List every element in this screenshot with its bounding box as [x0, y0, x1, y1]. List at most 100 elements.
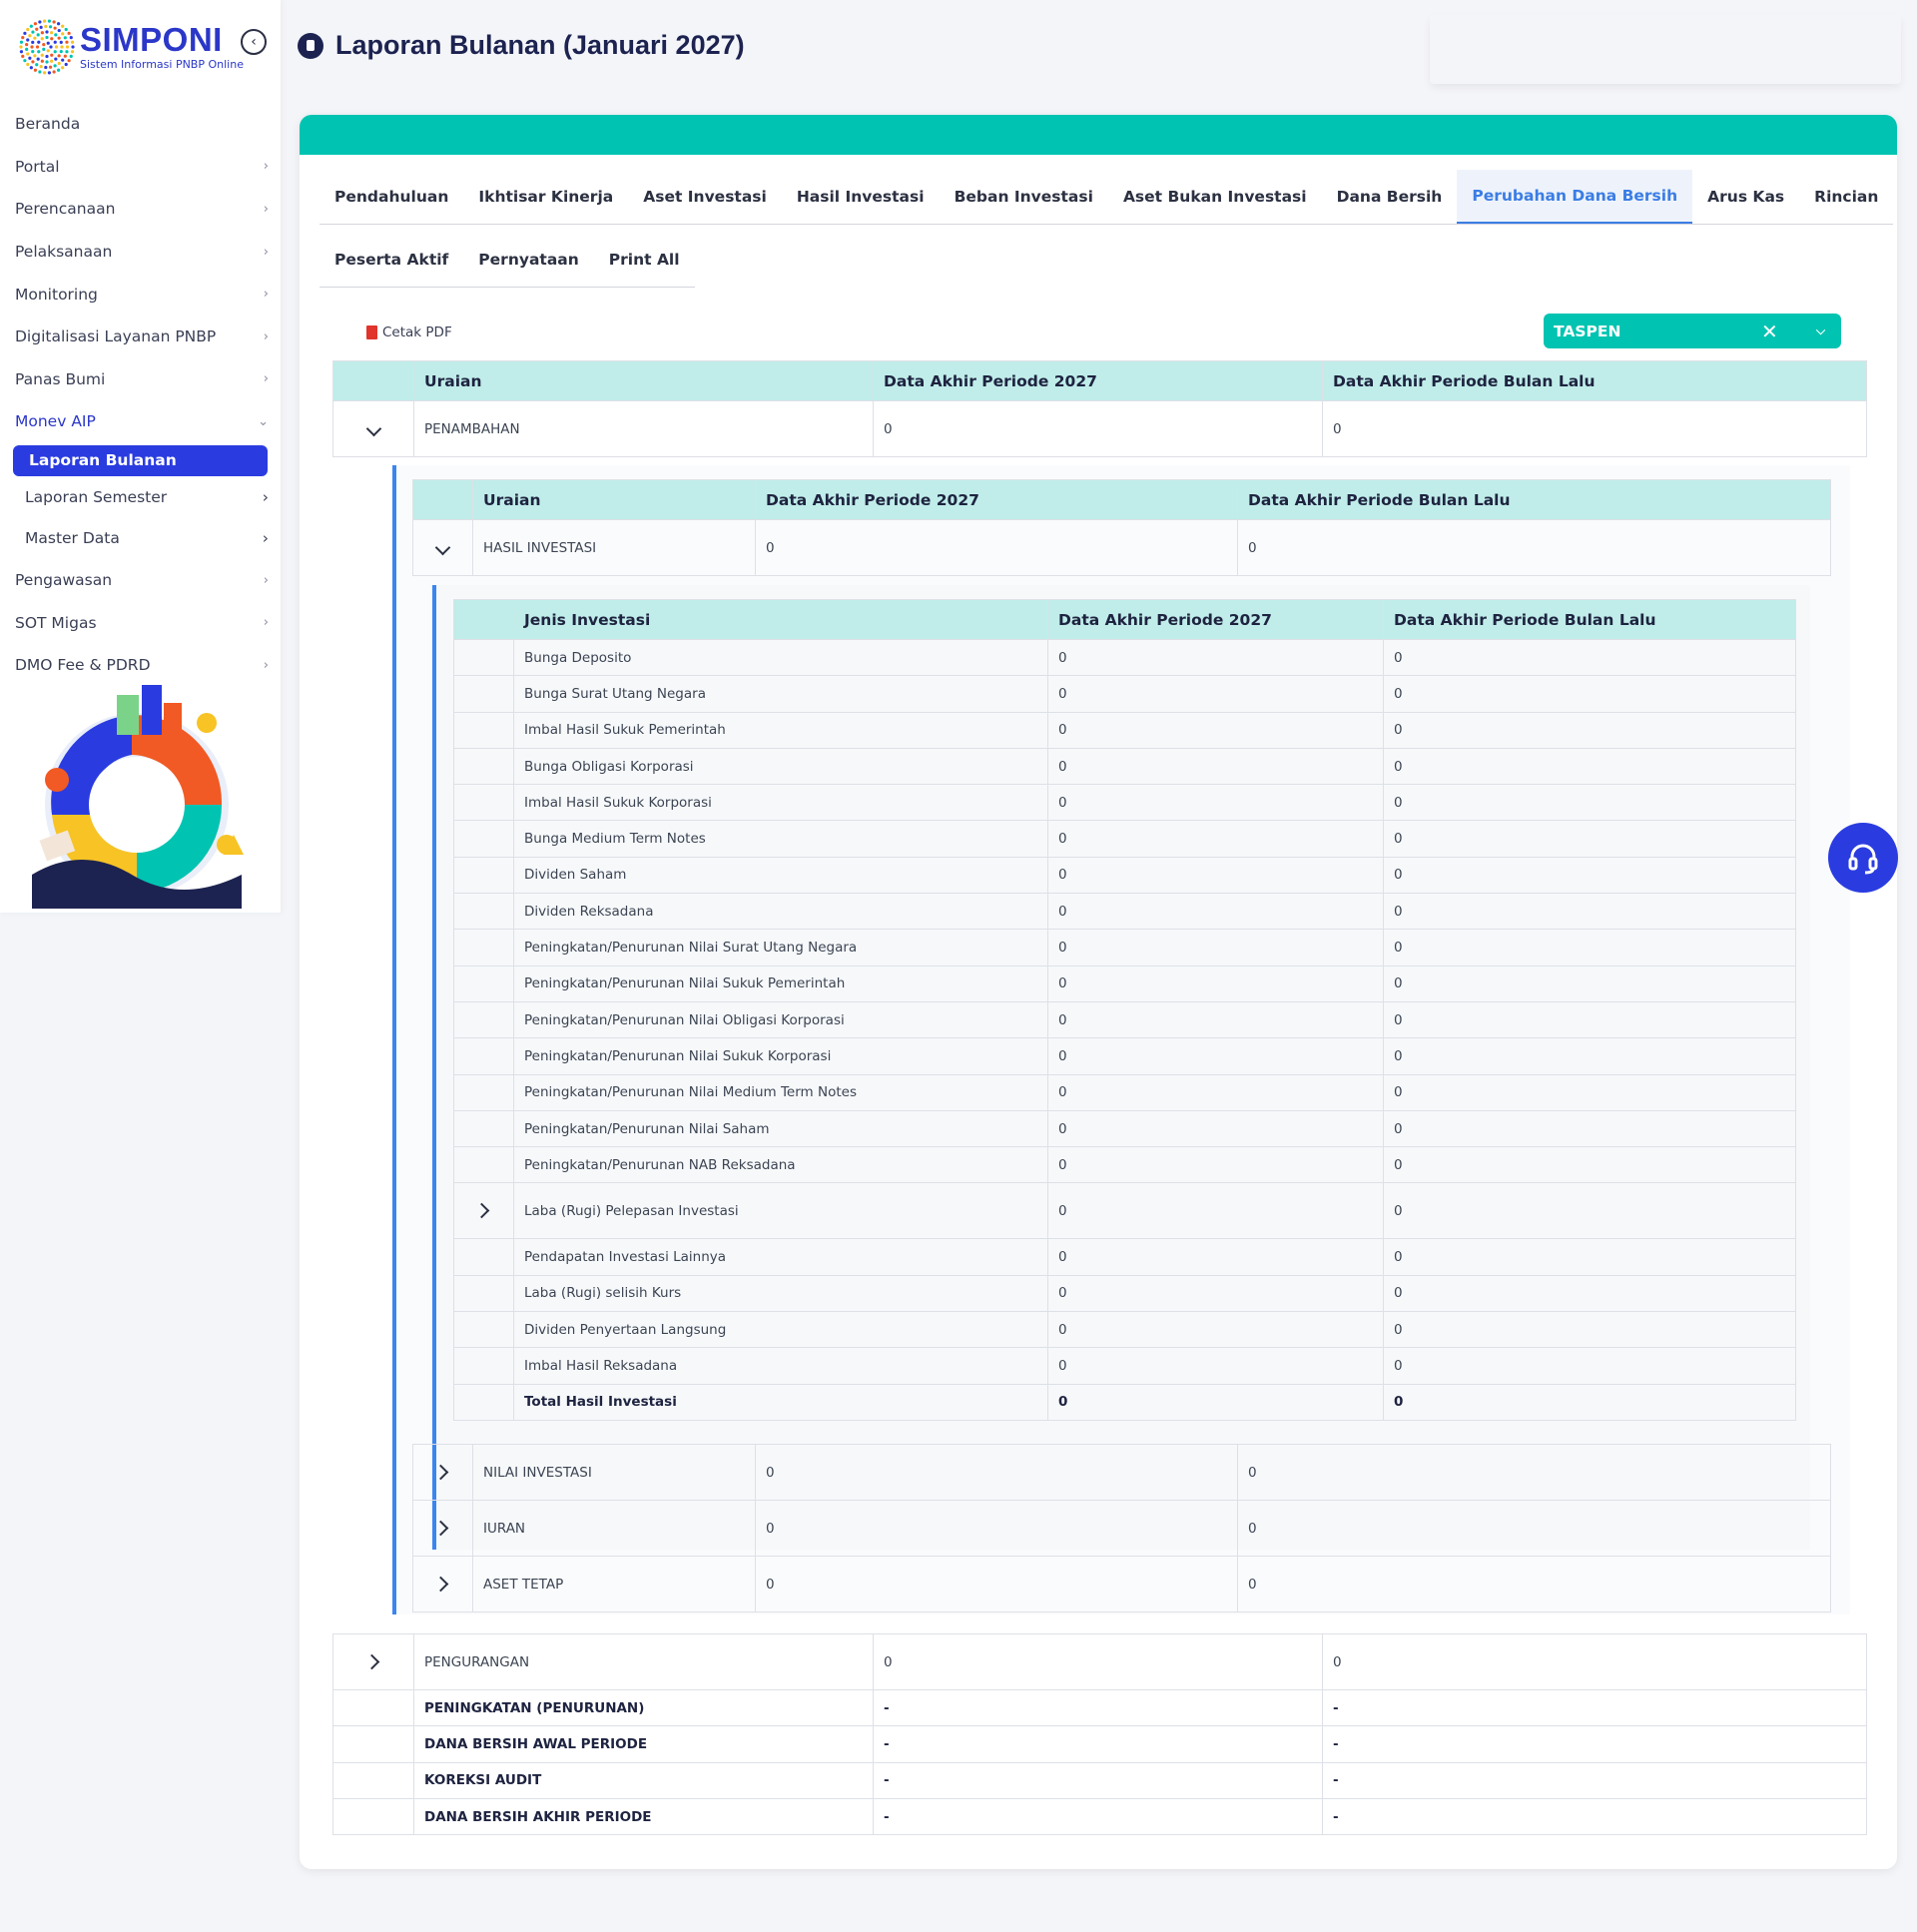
- row-spacer: [453, 1238, 514, 1276]
- tab[interactable]: Dana Bersih: [1322, 170, 1458, 224]
- row-value-2027: 0: [1047, 1146, 1384, 1184]
- sidebar-item-label: Monev AIP: [15, 412, 96, 431]
- row-label: ASET TETAP: [472, 1556, 756, 1612]
- sidebar-item[interactable]: Portal ›: [0, 146, 281, 189]
- row-value-2027: 0: [1047, 1000, 1384, 1039]
- sidebar-item-label: DMO Fee & PDRD: [15, 656, 151, 675]
- row-value-prev: 0: [1383, 1109, 1796, 1148]
- help-headset-button[interactable]: [1828, 823, 1898, 893]
- row-label: Imbal Hasil Sukuk Korporasi: [513, 784, 1048, 822]
- expand-toggle[interactable]: [412, 1556, 473, 1612]
- sidebar-subitem[interactable]: Laporan Bulanan: [13, 444, 268, 476]
- chevron-right-icon: [473, 1203, 490, 1219]
- expand-toggle[interactable]: [453, 1182, 514, 1240]
- level3-table: Jenis Investasi Data Akhir Periode 2027 …: [453, 599, 1796, 1421]
- row-spacer: [453, 1109, 514, 1148]
- row-value-2027: 0: [1047, 1073, 1384, 1111]
- collapse-toggle[interactable]: [332, 400, 414, 457]
- sidebar-item[interactable]: Digitalisasi Layanan PNBP ›: [0, 316, 281, 358]
- tab[interactable]: Pendahuluan: [320, 170, 463, 224]
- tab[interactable]: Print All: [594, 232, 695, 287]
- row-spacer: [453, 1383, 514, 1421]
- row-value-prev: 0: [1383, 1000, 1796, 1039]
- card-header-band: [300, 115, 1897, 155]
- row-value-2027: 0: [1047, 638, 1384, 677]
- chevron-right-icon: ›: [263, 159, 269, 175]
- row-spacer: [453, 675, 514, 713]
- row-value-prev: -: [1322, 1688, 1867, 1727]
- tab[interactable]: Arus Kas: [1692, 170, 1799, 224]
- user-menu[interactable]: [1430, 14, 1901, 84]
- expand-toggle[interactable]: [412, 1444, 473, 1501]
- tab[interactable]: Perubahan Dana Bersih: [1457, 170, 1693, 224]
- tab[interactable]: Aset Investasi: [628, 170, 782, 224]
- sidebar-item-label: Pengawasan: [15, 571, 113, 590]
- sidebar-subitem[interactable]: Master Data ›: [0, 517, 281, 559]
- row-label: Laba (Rugi) selisih Kurs: [513, 1274, 1048, 1313]
- expand-toggle[interactable]: [332, 1633, 414, 1690]
- table-row: ASET TETAP 0 0: [412, 1556, 1831, 1612]
- chevron-down-icon[interactable]: ⌵: [1816, 323, 1825, 338]
- collapse-sidebar-button[interactable]: ‹: [241, 29, 267, 55]
- outer-table-bottom: PENGURANGAN 0 0 PENINGKATAN (PENURUNAN) - - DA…: [332, 1633, 1867, 1836]
- chevron-right-icon: [432, 1520, 449, 1537]
- row-label: DANA BERSIH AWAL PERIODE: [413, 1725, 874, 1763]
- cetak-pdf-label: Cetak PDF: [382, 324, 452, 340]
- expand-toggle[interactable]: [412, 1500, 473, 1557]
- collapse-toggle[interactable]: [412, 519, 473, 576]
- chevron-right-icon: [432, 1576, 449, 1593]
- row-value-2027: 0: [755, 519, 1238, 576]
- row-label: Bunga Obligasi Korporasi: [513, 747, 1048, 786]
- row-spacer: [453, 1037, 514, 1075]
- row-value-prev: 0: [1383, 1383, 1796, 1421]
- sidebar-item[interactable]: Perencanaan ›: [0, 188, 281, 231]
- sidebar-item[interactable]: Monitoring ›: [0, 273, 281, 316]
- table-row: KOREKSI AUDIT - -: [332, 1761, 1867, 1799]
- row-label: Peningkatan/Penurunan Nilai Sukuk Pemeri…: [513, 965, 1048, 1002]
- tab[interactable]: Rincian: [1799, 170, 1893, 224]
- row-value-prev: 0: [1383, 1347, 1796, 1385]
- row-value-2027: 0: [1047, 820, 1384, 858]
- header-prev: Data Akhir Periode Bulan Lalu: [1237, 479, 1831, 520]
- row-spacer: [453, 638, 514, 677]
- row-value-prev: 0: [1322, 400, 1867, 457]
- sidebar-item[interactable]: Monev AIP ⌄: [0, 400, 281, 443]
- table-row: Dividen Reksadana 0 0: [453, 893, 1796, 931]
- tab[interactable]: Beban Investasi: [940, 170, 1108, 224]
- sidebar-item-label: Portal: [15, 157, 60, 176]
- sidebar-item[interactable]: Pengawasan ›: [0, 559, 281, 602]
- row-value-2027: 0: [873, 1633, 1323, 1690]
- sidebar-item[interactable]: Beranda: [0, 103, 281, 146]
- tab[interactable]: Hasil Investasi: [782, 170, 940, 224]
- row-value-2027: 0: [755, 1556, 1238, 1612]
- chevron-right-icon: ›: [262, 529, 269, 547]
- tab[interactable]: Pernyataan: [463, 232, 593, 287]
- row-label: IURAN: [472, 1500, 756, 1557]
- sidebar-subitem[interactable]: Laporan Semester ›: [0, 476, 281, 518]
- entity-select[interactable]: TASPEN ✕ ⌵: [1544, 314, 1841, 348]
- row-value-prev: 0: [1383, 1311, 1796, 1349]
- logo[interactable]: SIMPONI Sistem Informasi PNBP Online: [18, 18, 244, 76]
- header-2027: Data Akhir Periode 2027: [873, 360, 1323, 401]
- tab[interactable]: Aset Bukan Investasi: [1108, 170, 1322, 224]
- row-value-2027: 0: [1047, 784, 1384, 822]
- tab[interactable]: Ikhtisar Kinerja: [463, 170, 628, 224]
- tab[interactable]: Peserta Aktif: [320, 232, 463, 287]
- sidebar-item[interactable]: DMO Fee & PDRD ›: [0, 644, 281, 687]
- row-label: Bunga Deposito: [513, 638, 1048, 677]
- table-row: Total Hasil Investasi 0 0: [453, 1383, 1796, 1421]
- chevron-right-icon: ›: [263, 328, 269, 344]
- sidebar-item[interactable]: SOT Migas ›: [0, 601, 281, 644]
- row-value-prev: 0: [1383, 856, 1796, 895]
- row-value-prev: 0: [1383, 711, 1796, 749]
- row-value-prev: 0: [1237, 1444, 1831, 1501]
- sidebar-item[interactable]: Pelaksanaan ›: [0, 231, 281, 274]
- row-value-2027: 0: [1047, 1109, 1384, 1148]
- cetak-pdf-button[interactable]: Cetak PDF: [366, 324, 452, 340]
- sidebar-item[interactable]: Panas Bumi ›: [0, 358, 281, 401]
- row-value-2027: 0: [1047, 893, 1384, 931]
- chevron-right-icon: ›: [263, 287, 269, 303]
- clear-icon[interactable]: ✕: [1761, 320, 1778, 343]
- row-value-2027: 0: [1047, 1182, 1384, 1240]
- row-value-prev: -: [1322, 1761, 1867, 1799]
